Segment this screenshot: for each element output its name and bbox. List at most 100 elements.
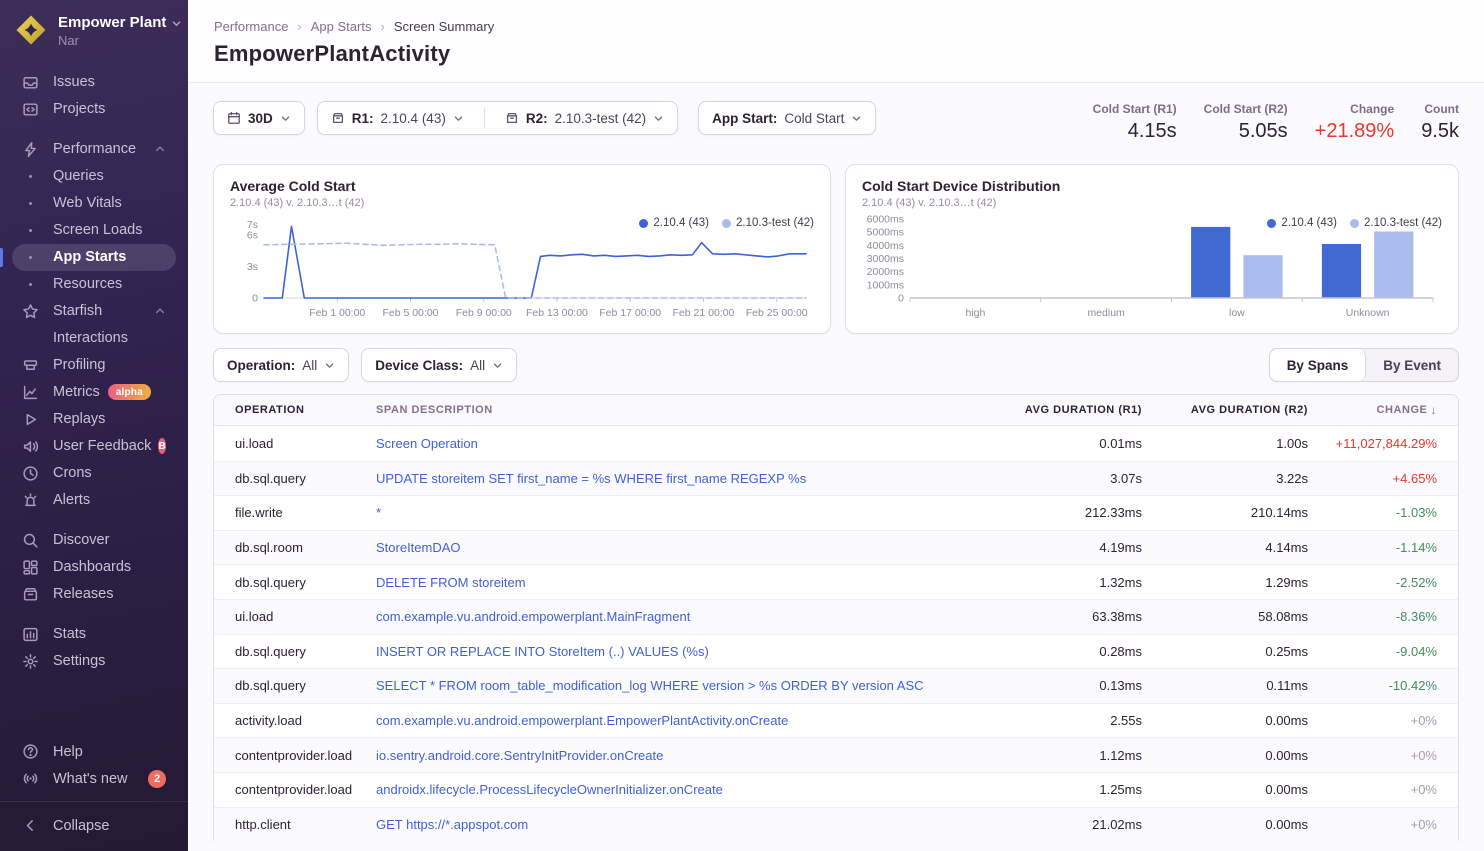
table-row[interactable]: db.sql.query INSERT OR REPLACE INTO Stor… xyxy=(214,634,1458,669)
table-row[interactable]: db.sql.query DELETE FROM storeitem 1.32m… xyxy=(214,564,1458,599)
avg-duration-r2-cell: 1.00s xyxy=(1142,436,1308,451)
bullet-icon xyxy=(21,202,53,205)
svg-text:2000ms: 2000ms xyxy=(867,266,904,278)
device-class-filter-button[interactable]: Device Class: All xyxy=(361,348,517,382)
span-description-link[interactable]: * xyxy=(376,505,381,520)
breadcrumb-app-starts[interactable]: App Starts xyxy=(311,19,372,34)
sidebar-item-releases[interactable]: Releases xyxy=(12,581,176,608)
sidebar-item-screen-loads[interactable]: Screen Loads xyxy=(12,217,176,244)
table-row[interactable]: ui.load Screen Operation 0.01ms 1.00s +1… xyxy=(214,426,1458,461)
table-row[interactable]: http.client GET https://*.appspot.com 21… xyxy=(214,807,1458,842)
change-cell: +11,027,844.29% xyxy=(1308,436,1458,451)
tab-by-spans[interactable]: By Spans xyxy=(1270,349,1367,381)
change-cell: +0% xyxy=(1308,713,1458,728)
help-icon xyxy=(21,743,39,761)
org-switcher[interactable]: Empower Plant Nar xyxy=(0,0,188,65)
sidebar-item-dashboards[interactable]: Dashboards xyxy=(12,554,176,581)
table-row[interactable]: db.sql.room StoreItemDAO 4.19ms 4.14ms -… xyxy=(214,530,1458,565)
sidebar-item-settings[interactable]: Settings xyxy=(12,648,176,675)
svg-text:Feb 21 00:00: Feb 21 00:00 xyxy=(673,307,735,319)
chart-title: Cold Start Device Distribution xyxy=(862,178,1442,194)
span-description-link[interactable]: SELECT * FROM room_table_modification_lo… xyxy=(376,678,924,693)
sidebar-item-crons[interactable]: Crons xyxy=(12,460,176,487)
org-logo-icon xyxy=(14,13,48,47)
header-avg-duration-r2[interactable]: AVG DURATION (R2) xyxy=(1142,404,1308,416)
settings-icon xyxy=(21,652,39,670)
operation-cell: db.sql.query xyxy=(214,644,376,659)
legend-dot-icon xyxy=(1350,219,1359,228)
sidebar-item-metrics[interactable]: Metricsalpha xyxy=(12,379,176,406)
span-description-link[interactable]: androidx.lifecycle.ProcessLifecycleOwner… xyxy=(376,782,723,797)
sidebar-item-discover[interactable]: Discover xyxy=(12,527,176,554)
nav-group: Issues Projects xyxy=(12,69,176,123)
span-description-link[interactable]: GET https://*.appspot.com xyxy=(376,817,528,832)
span-description-link[interactable]: Screen Operation xyxy=(376,436,478,451)
sidebar-item-alerts[interactable]: Alerts xyxy=(12,487,176,514)
sidebar-item-app-starts[interactable]: App Starts xyxy=(12,244,176,271)
avg-duration-r2-cell: 0.00ms xyxy=(1142,713,1308,728)
breadcrumb-performance[interactable]: Performance xyxy=(214,19,288,34)
sidebar-item-starfish[interactable]: Starfish xyxy=(12,298,176,325)
span-description-link[interactable]: UPDATE storeitem SET first_name = %s WHE… xyxy=(376,471,806,486)
operation-cell: db.sql.query xyxy=(214,575,376,590)
avg-duration-r2-cell: 0.25ms xyxy=(1142,644,1308,659)
sidebar-item-web-vitals[interactable]: Web Vitals xyxy=(12,190,176,217)
sidebar-item-performance[interactable]: Performance xyxy=(12,136,176,163)
sidebar-item-profiling[interactable]: Profiling xyxy=(12,352,176,379)
sidebar-item-stats[interactable]: Stats xyxy=(12,621,176,648)
projects-icon xyxy=(21,100,39,118)
sidebar-item-label: Interactions xyxy=(53,330,128,346)
table-row[interactable]: file.write * 212.33ms 210.14ms -1.03% xyxy=(214,495,1458,530)
legend-item[interactable]: 2.10.3-test (42) xyxy=(1350,217,1442,229)
table-row[interactable]: ui.load com.example.vu.android.empowerpl… xyxy=(214,599,1458,634)
sidebar-item-what-s-new[interactable]: What's new2 xyxy=(12,765,176,792)
profiling-icon xyxy=(21,356,39,374)
operation-cell: db.sql.room xyxy=(214,540,376,555)
sidebar-item-collapse[interactable]: Collapse xyxy=(12,812,176,839)
legend-item[interactable]: 2.10.4 (43) xyxy=(639,217,709,229)
sidebar-item-label: Projects xyxy=(53,101,105,117)
chevron-down-icon xyxy=(653,113,664,124)
issues-icon xyxy=(21,73,39,91)
svg-text:low: low xyxy=(1229,307,1245,319)
metric-cold-start-r2: Cold Start (R2) 5.05s xyxy=(1204,102,1288,143)
span-description-link[interactable]: INSERT OR REPLACE INTO StoreItem (..) VA… xyxy=(376,644,709,659)
header-change[interactable]: CHANGE ↓ xyxy=(1308,403,1458,417)
sidebar-item-projects[interactable]: Projects xyxy=(12,96,176,123)
span-description-link[interactable]: DELETE FROM storeitem xyxy=(376,575,526,590)
active-indicator xyxy=(0,248,3,267)
release-r1-button[interactable]: R1: 2.10.4 (43) xyxy=(318,102,477,134)
release-r2-button[interactable]: R2: 2.10.3-test (42) xyxy=(492,102,677,134)
header-operation[interactable]: OPERATION xyxy=(214,404,376,416)
release-box-icon xyxy=(331,111,345,125)
table-row[interactable]: contentprovider.load androidx.lifecycle.… xyxy=(214,772,1458,807)
table-row[interactable]: contentprovider.load io.sentry.android.c… xyxy=(214,737,1458,772)
span-description-link[interactable]: io.sentry.android.core.SentryInitProvide… xyxy=(376,748,663,763)
svg-text:6000ms: 6000ms xyxy=(867,214,904,226)
sidebar-item-user-feedback[interactable]: User FeedbackB xyxy=(12,433,176,460)
sidebar-item-label: Releases xyxy=(53,586,113,602)
tab-by-event[interactable]: By Event xyxy=(1366,349,1458,381)
header-span-description[interactable]: SPAN DESCRIPTION xyxy=(376,404,976,416)
span-description-link[interactable]: com.example.vu.android.empowerplant.Main… xyxy=(376,609,690,624)
sidebar-item-interactions[interactable]: Interactions xyxy=(12,325,176,352)
table-row[interactable]: db.sql.query SELECT * FROM room_table_mo… xyxy=(214,668,1458,703)
sidebar-item-resources[interactable]: Resources xyxy=(12,271,176,298)
span-description-link[interactable]: com.example.vu.android.empowerplant.Empo… xyxy=(376,713,788,728)
header-avg-duration-r1[interactable]: AVG DURATION (R1) xyxy=(976,404,1142,416)
sidebar-item-label: Starfish xyxy=(53,303,102,319)
span-description-link[interactable]: StoreItemDAO xyxy=(376,540,461,555)
legend-item[interactable]: 2.10.3-test (42) xyxy=(722,217,814,229)
operation-filter-button[interactable]: Operation: All xyxy=(213,348,349,382)
table-row[interactable]: activity.load com.example.vu.android.emp… xyxy=(214,703,1458,738)
sidebar-item-help[interactable]: Help xyxy=(12,738,176,765)
date-range-button[interactable]: 30D xyxy=(213,101,305,135)
legend-item[interactable]: 2.10.4 (43) xyxy=(1267,217,1337,229)
svg-text:Feb 17 00:00: Feb 17 00:00 xyxy=(599,307,661,319)
metric-cold-start-r1: Cold Start (R1) 4.15s xyxy=(1093,102,1177,143)
sidebar-item-issues[interactable]: Issues xyxy=(12,69,176,96)
sidebar-item-queries[interactable]: Queries xyxy=(12,163,176,190)
sidebar-item-replays[interactable]: Replays xyxy=(12,406,176,433)
app-start-type-button[interactable]: App Start: Cold Start xyxy=(698,101,876,135)
table-row[interactable]: db.sql.query UPDATE storeitem SET first_… xyxy=(214,461,1458,496)
